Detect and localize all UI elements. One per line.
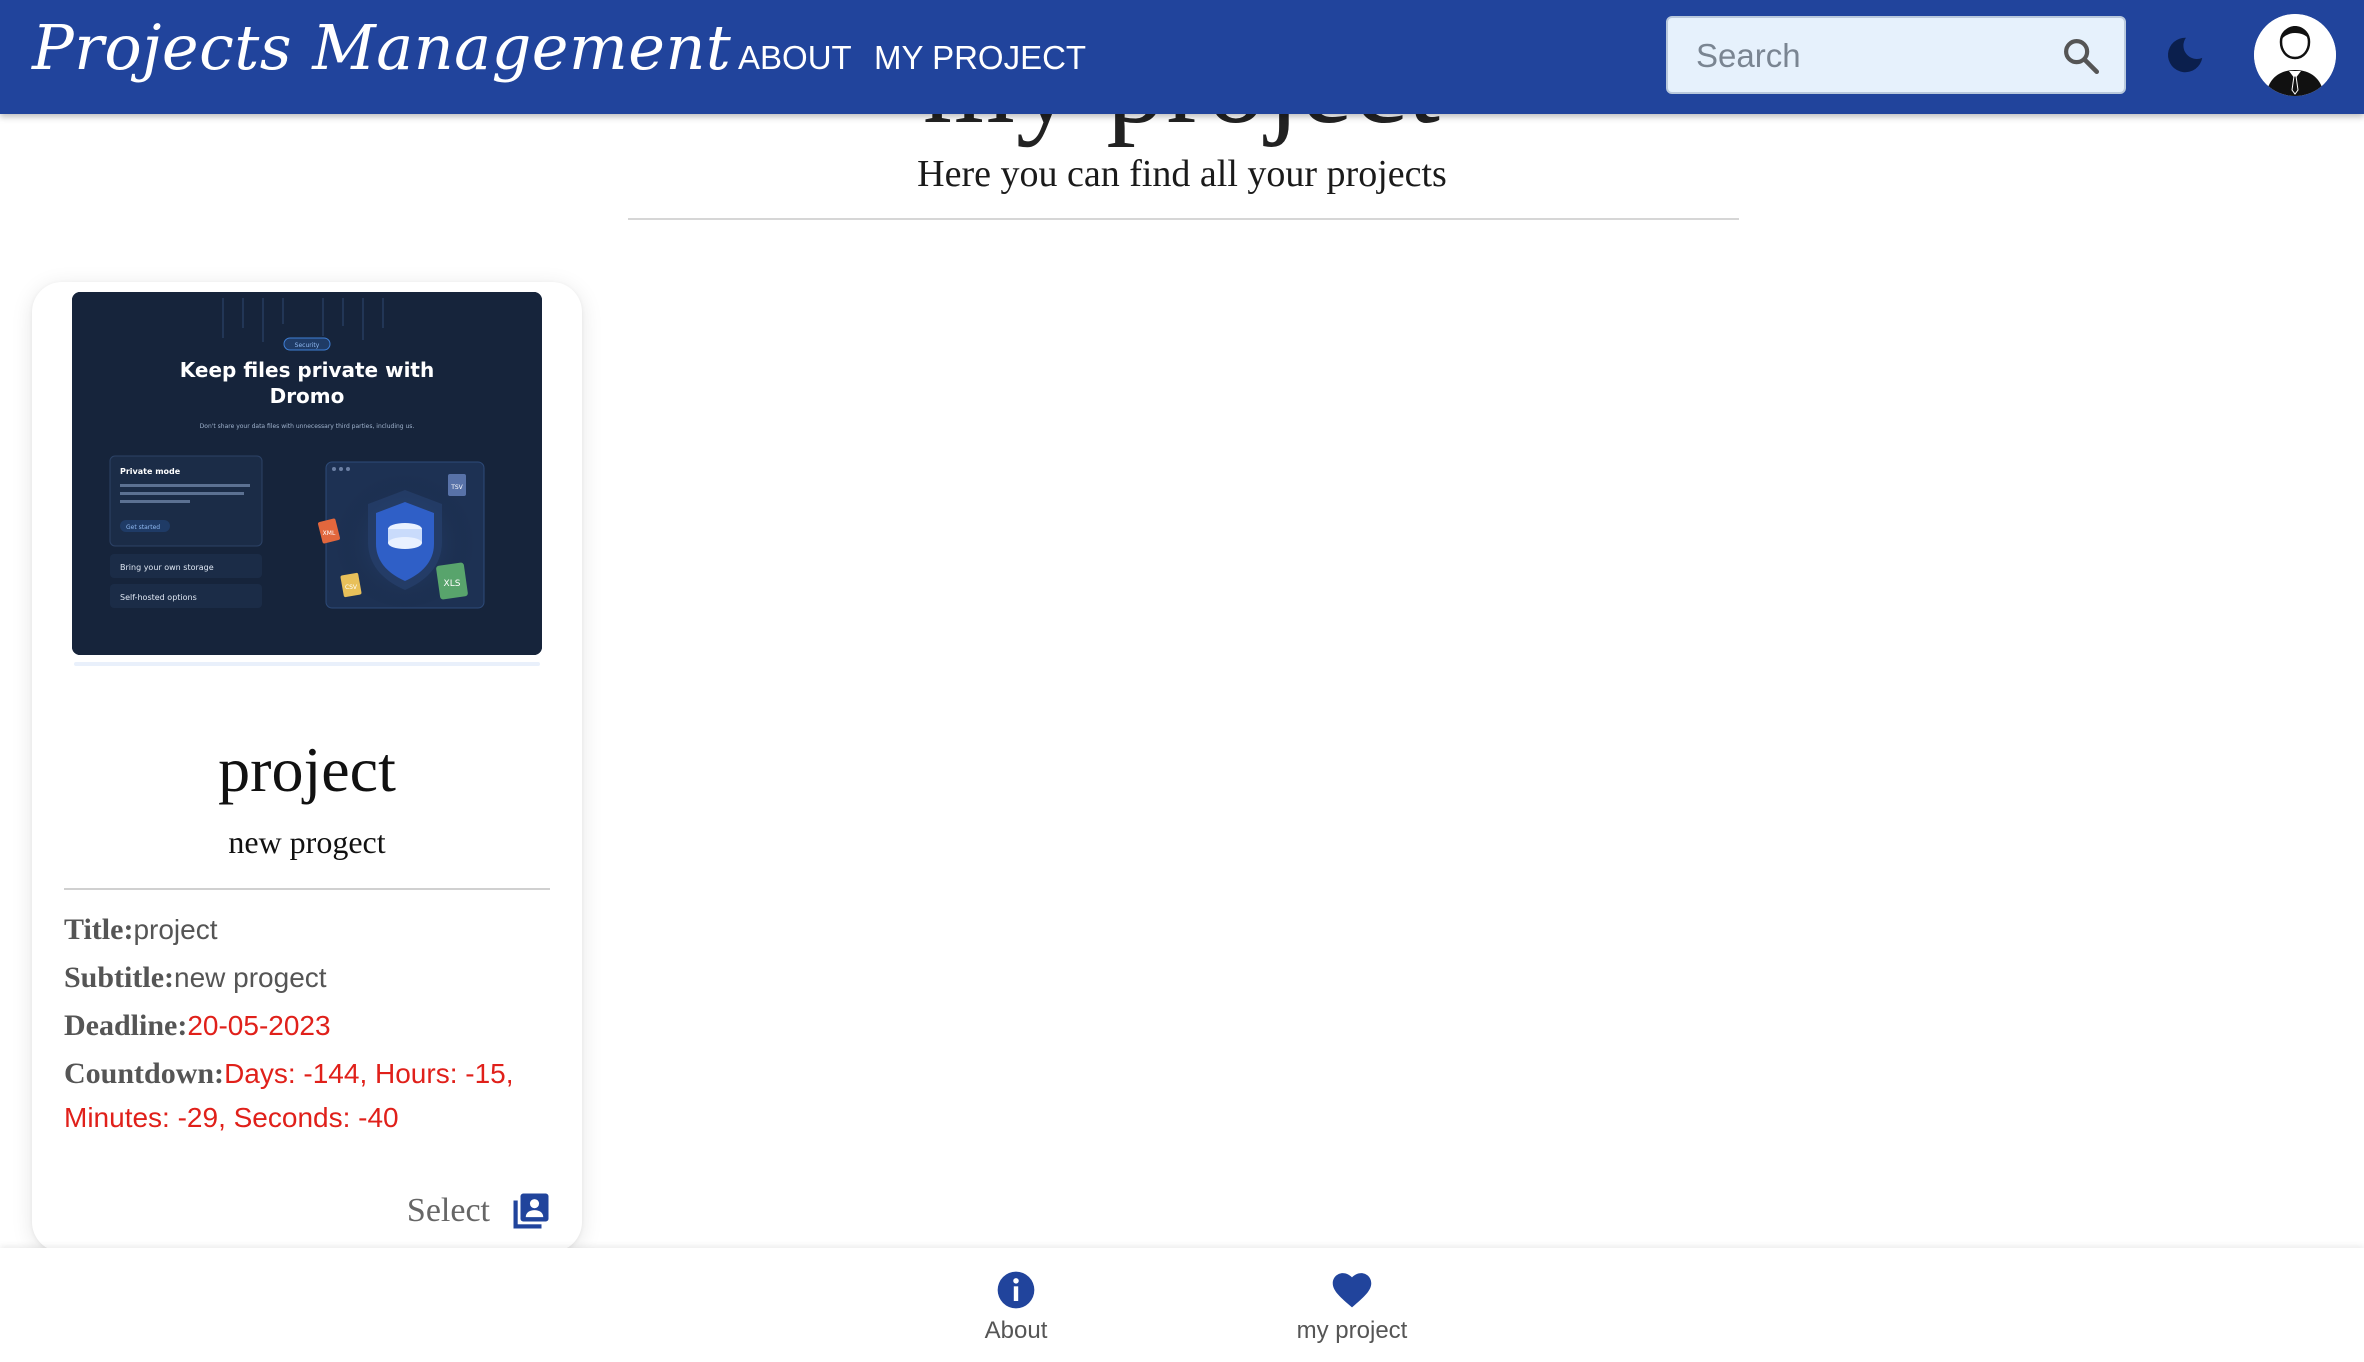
card-divider — [64, 888, 550, 890]
field-countdown: Countdown:Days: -144, Hours: -15, Minute… — [64, 1052, 550, 1140]
page-subtitle: Here you can find all your projects — [917, 153, 1447, 195]
svg-text:Bring your own storage: Bring your own storage — [120, 563, 214, 572]
svg-text:CSV: CSV — [345, 584, 358, 591]
search-icon[interactable] — [2060, 35, 2102, 77]
field-deadline-value: 20-05-2023 — [187, 1010, 331, 1041]
search-input[interactable] — [1694, 32, 2058, 80]
thumbnail-underline — [74, 662, 540, 666]
field-subtitle-value: new progect — [174, 962, 327, 993]
moon-icon[interactable] — [2162, 32, 2208, 78]
info-icon — [997, 1271, 1035, 1309]
select-button[interactable]: Select — [407, 1186, 552, 1236]
brand-logo[interactable]: Projects Management — [32, 8, 731, 88]
svg-text:Don't share your data files wi: Don't share your data files with unneces… — [200, 423, 415, 430]
svg-text:Get started: Get started — [126, 524, 160, 531]
field-title-value: project — [133, 914, 218, 945]
nav-my-project[interactable]: MY PROJECT — [874, 38, 1086, 78]
search-box — [1666, 16, 2126, 94]
svg-text:Self-hosted options: Self-hosted options — [120, 593, 197, 602]
project-thumbnail: Security Keep files private with Dromo D… — [72, 292, 542, 655]
field-title-label: Title: — [64, 913, 134, 946]
app-bar: Projects Management ABOUT MY PROJECT — [0, 0, 2364, 114]
field-deadline-label: Deadline: — [64, 1009, 188, 1042]
field-subtitle: Subtitle:new progect — [64, 956, 550, 1000]
select-label: Select — [406, 1192, 490, 1229]
svg-text:Keep files private with: Keep files private with — [180, 358, 434, 382]
field-countdown-label: Countdown: — [64, 1057, 225, 1090]
thumbnail-image: Security Keep files private with Dromo D… — [72, 292, 542, 655]
contact-page-icon — [513, 1193, 549, 1229]
bottom-nav-about[interactable]: About — [896, 1268, 1136, 1346]
bottom-navigation: About my project — [0, 1248, 2364, 1362]
avatar-person-icon — [2254, 14, 2336, 96]
card-subtitle: new progect — [228, 824, 386, 860]
card-title: project — [218, 734, 396, 805]
bottom-nav-my-project-label: my project — [1296, 1317, 1408, 1344]
field-deadline: Deadline:20-05-2023 — [64, 1004, 550, 1048]
svg-text:XML: XML — [323, 530, 336, 537]
bottom-nav-my-project[interactable]: my project — [1232, 1268, 1472, 1346]
field-subtitle-label: Subtitle: — [64, 961, 175, 994]
bottom-nav-about-label: About — [984, 1317, 1048, 1344]
heart-icon — [1332, 1273, 1372, 1308]
page-divider — [628, 218, 1739, 220]
field-title: Title:project — [64, 908, 550, 952]
svg-text:Private mode: Private mode — [120, 467, 181, 476]
project-card: Security Keep files private with Dromo D… — [32, 282, 582, 1252]
user-avatar[interactable] — [2254, 14, 2336, 96]
svg-text:XLS: XLS — [444, 579, 461, 589]
svg-text:Security: Security — [295, 342, 320, 349]
svg-text:Dromo: Dromo — [270, 384, 345, 408]
nav-about[interactable]: ABOUT — [738, 38, 852, 78]
svg-text:TSV: TSV — [450, 484, 463, 491]
